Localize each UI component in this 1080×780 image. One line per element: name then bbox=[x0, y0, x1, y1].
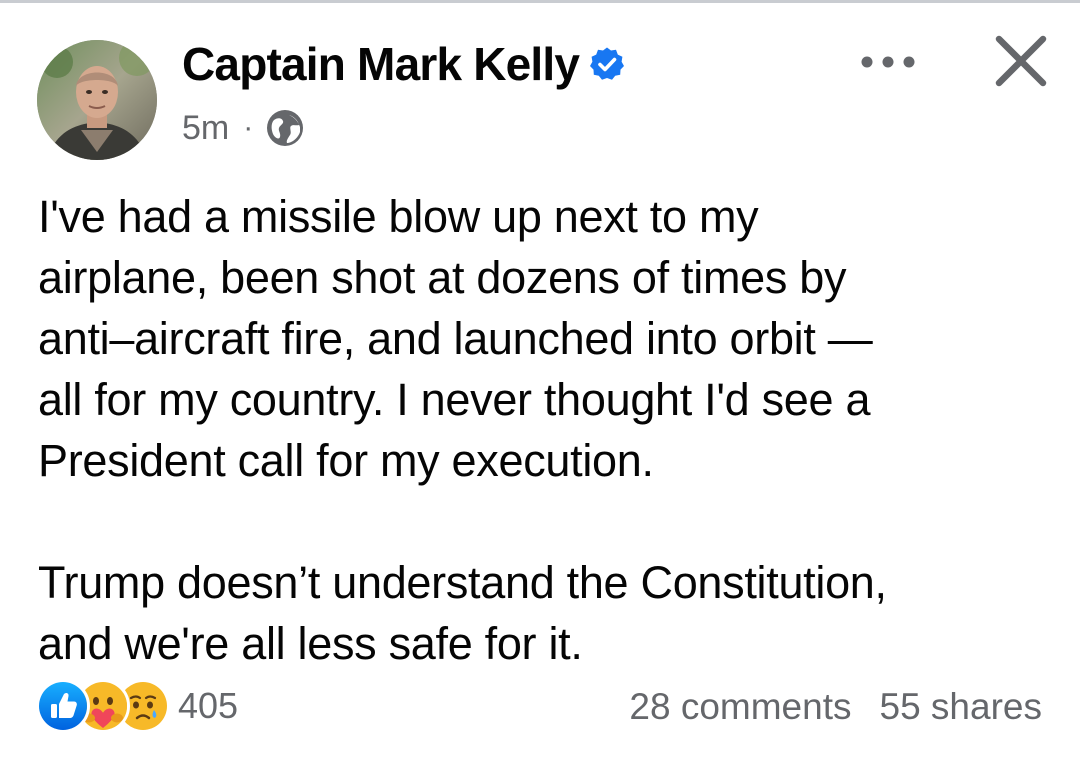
reactions-summary[interactable]: 405 bbox=[36, 679, 239, 733]
shares-link[interactable]: 55 shares bbox=[880, 686, 1043, 728]
post-text: I've had a missile blow up next to my ai… bbox=[38, 186, 1048, 674]
meta-separator: · bbox=[243, 111, 254, 144]
reaction-count: 405 bbox=[178, 685, 239, 726]
close-button[interactable] bbox=[986, 28, 1056, 98]
post-paragraph: Trump doesn’t understand the Constitutio… bbox=[38, 557, 887, 669]
globe-icon[interactable] bbox=[265, 108, 305, 148]
comments-link[interactable]: 28 comments bbox=[629, 686, 851, 728]
verified-badge-icon bbox=[589, 46, 625, 82]
like-icon bbox=[36, 679, 90, 733]
post-paragraph: I've had a missile blow up next to my ai… bbox=[38, 191, 873, 486]
more-options-button[interactable] bbox=[856, 42, 920, 82]
post-meta: 5m · bbox=[182, 104, 305, 152]
post-timestamp[interactable]: 5m bbox=[182, 109, 229, 148]
avatar-photo bbox=[37, 40, 157, 160]
more-horizontal-icon bbox=[860, 55, 916, 69]
author-avatar[interactable] bbox=[37, 40, 157, 160]
engagement-stats: 28 comments 55 shares bbox=[629, 682, 1042, 732]
author-name[interactable]: Captain Mark Kelly bbox=[182, 37, 580, 91]
post-header: Captain Mark Kelly 5m · bbox=[0, 0, 1080, 170]
close-icon bbox=[993, 33, 1049, 94]
author-row: Captain Mark Kelly bbox=[182, 34, 625, 94]
